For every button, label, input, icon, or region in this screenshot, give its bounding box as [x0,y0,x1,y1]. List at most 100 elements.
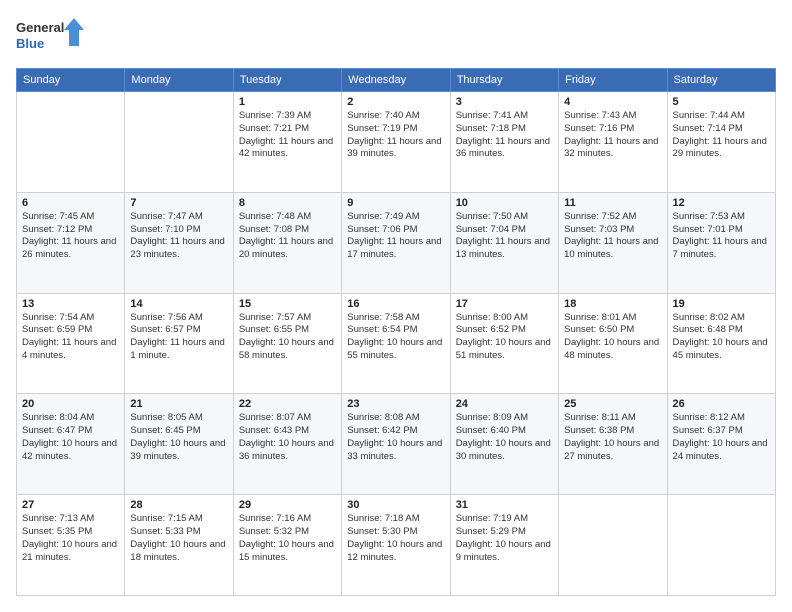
day-number: 17 [456,298,553,310]
day-number: 3 [456,96,553,108]
day-number: 16 [347,298,444,310]
day-cell: 17 Sunrise: 8:00 AM Sunset: 6:52 PM Dayli… [450,293,558,394]
day-cell: 27 Sunrise: 7:13 AM Sunset: 5:35 PM Dayli… [17,495,125,596]
day-info: Sunrise: 7:44 AM Sunset: 7:14 PM Dayligh… [673,110,770,161]
day-info: Sunrise: 8:02 AM Sunset: 6:48 PM Dayligh… [673,312,770,363]
day-cell: 29 Sunrise: 7:16 AM Sunset: 5:32 PM Dayli… [233,495,341,596]
day-cell: 5 Sunrise: 7:44 AM Sunset: 7:14 PM Daylig… [667,92,775,193]
day-cell: 23 Sunrise: 8:08 AM Sunset: 6:42 PM Dayli… [342,394,450,495]
day-number: 15 [239,298,336,310]
week-row-0: 1 Sunrise: 7:39 AM Sunset: 7:21 PM Daylig… [17,92,776,193]
weekday-header-row: SundayMondayTuesdayWednesdayThursdayFrid… [17,69,776,92]
day-cell: 1 Sunrise: 7:39 AM Sunset: 7:21 PM Daylig… [233,92,341,193]
svg-text:General: General [16,20,64,35]
day-cell: 8Sunrise: 7:48 AM Sunset: 7:08 PM Daylig… [233,192,341,293]
day-cell: 10 Sunrise: 7:50 AM Sunset: 7:04 PM Dayli… [450,192,558,293]
day-info: Sunrise: 7:43 AM Sunset: 7:16 PM Dayligh… [564,110,661,161]
day-number: 22 [239,398,336,410]
day-number: 10 [456,197,553,209]
day-number: 20 [22,398,119,410]
day-info: Sunrise: 7:47 AM Sunset: 7:10 PM Dayligh… [130,211,227,262]
day-number: 19 [673,298,770,310]
day-number: 31 [456,499,553,511]
day-cell: 24Sunrise: 8:09 AM Sunset: 6:40 PM Dayli… [450,394,558,495]
day-cell: 31 Sunrise: 7:19 AM Sunset: 5:29 PM Dayli… [450,495,558,596]
day-number: 6 [22,197,119,209]
day-cell: 3 Sunrise: 7:41 AM Sunset: 7:18 PM Daylig… [450,92,558,193]
day-info: Sunrise: 8:05 AM Sunset: 6:45 PM Dayligh… [130,412,227,463]
day-info: Sunrise: 7:56 AM Sunset: 6:57 PM Dayligh… [130,312,227,363]
day-number: 1 [239,96,336,108]
day-info: Sunrise: 7:50 AM Sunset: 7:04 PM Dayligh… [456,211,553,262]
day-number: 26 [673,398,770,410]
day-number: 29 [239,499,336,511]
day-info: Sunrise: 7:13 AM Sunset: 5:35 PM Dayligh… [22,513,119,564]
day-cell: 13Sunrise: 7:54 AM Sunset: 6:59 PM Dayli… [17,293,125,394]
day-cell [559,495,667,596]
day-number: 28 [130,499,227,511]
weekday-thursday: Thursday [450,69,558,92]
day-info: Sunrise: 8:12 AM Sunset: 6:37 PM Dayligh… [673,412,770,463]
weekday-monday: Monday [125,69,233,92]
day-cell: 20Sunrise: 8:04 AM Sunset: 6:47 PM Dayli… [17,394,125,495]
weekday-saturday: Saturday [667,69,775,92]
day-info: Sunrise: 7:52 AM Sunset: 7:03 PM Dayligh… [564,211,661,262]
day-info: Sunrise: 7:54 AM Sunset: 6:59 PM Dayligh… [22,312,119,363]
day-info: Sunrise: 7:39 AM Sunset: 7:21 PM Dayligh… [239,110,336,161]
day-info: Sunrise: 7:40 AM Sunset: 7:19 PM Dayligh… [347,110,444,161]
day-info: Sunrise: 8:00 AM Sunset: 6:52 PM Dayligh… [456,312,553,363]
day-info: Sunrise: 8:08 AM Sunset: 6:42 PM Dayligh… [347,412,444,463]
day-info: Sunrise: 7:41 AM Sunset: 7:18 PM Dayligh… [456,110,553,161]
day-cell: 6 Sunrise: 7:45 AM Sunset: 7:12 PM Daylig… [17,192,125,293]
day-cell: 28 Sunrise: 7:15 AM Sunset: 5:33 PM Dayli… [125,495,233,596]
day-info: Sunrise: 7:19 AM Sunset: 5:29 PM Dayligh… [456,513,553,564]
page-header: General Blue [16,16,776,58]
day-cell: 14 Sunrise: 7:56 AM Sunset: 6:57 PM Dayli… [125,293,233,394]
logo-svg: General Blue [16,16,86,58]
day-cell: 25 Sunrise: 8:11 AM Sunset: 6:38 PM Dayli… [559,394,667,495]
logo: General Blue [16,16,86,58]
day-cell: 21Sunrise: 8:05 AM Sunset: 6:45 PM Dayli… [125,394,233,495]
day-info: Sunrise: 8:01 AM Sunset: 6:50 PM Dayligh… [564,312,661,363]
day-number: 14 [130,298,227,310]
day-number: 25 [564,398,661,410]
calendar-table: SundayMondayTuesdayWednesdayThursdayFrid… [16,68,776,596]
day-cell: 18 Sunrise: 8:01 AM Sunset: 6:50 PM Dayli… [559,293,667,394]
day-number: 24 [456,398,553,410]
day-number: 27 [22,499,119,511]
day-number: 4 [564,96,661,108]
day-cell: 19 Sunrise: 8:02 AM Sunset: 6:48 PM Dayli… [667,293,775,394]
day-number: 9 [347,197,444,209]
day-number: 8 [239,197,336,209]
day-info: Sunrise: 7:18 AM Sunset: 5:30 PM Dayligh… [347,513,444,564]
day-info: Sunrise: 7:15 AM Sunset: 5:33 PM Dayligh… [130,513,227,564]
weekday-wednesday: Wednesday [342,69,450,92]
day-cell: 26 Sunrise: 8:12 AM Sunset: 6:37 PM Dayli… [667,394,775,495]
day-info: Sunrise: 7:57 AM Sunset: 6:55 PM Dayligh… [239,312,336,363]
week-row-3: 20Sunrise: 8:04 AM Sunset: 6:47 PM Dayli… [17,394,776,495]
day-info: Sunrise: 7:53 AM Sunset: 7:01 PM Dayligh… [673,211,770,262]
day-info: Sunrise: 7:58 AM Sunset: 6:54 PM Dayligh… [347,312,444,363]
week-row-1: 6 Sunrise: 7:45 AM Sunset: 7:12 PM Daylig… [17,192,776,293]
day-cell [17,92,125,193]
weekday-friday: Friday [559,69,667,92]
day-number: 2 [347,96,444,108]
week-row-4: 27 Sunrise: 7:13 AM Sunset: 5:35 PM Dayli… [17,495,776,596]
day-number: 7 [130,197,227,209]
svg-text:Blue: Blue [16,36,44,51]
day-info: Sunrise: 8:11 AM Sunset: 6:38 PM Dayligh… [564,412,661,463]
day-cell: 16 Sunrise: 7:58 AM Sunset: 6:54 PM Dayli… [342,293,450,394]
day-info: Sunrise: 7:16 AM Sunset: 5:32 PM Dayligh… [239,513,336,564]
day-number: 5 [673,96,770,108]
day-info: Sunrise: 7:45 AM Sunset: 7:12 PM Dayligh… [22,211,119,262]
day-number: 23 [347,398,444,410]
day-cell: 12Sunrise: 7:53 AM Sunset: 7:01 PM Dayli… [667,192,775,293]
day-number: 11 [564,197,661,209]
day-cell: 22Sunrise: 8:07 AM Sunset: 6:43 PM Dayli… [233,394,341,495]
week-row-2: 13Sunrise: 7:54 AM Sunset: 6:59 PM Dayli… [17,293,776,394]
day-number: 18 [564,298,661,310]
day-cell: 30Sunrise: 7:18 AM Sunset: 5:30 PM Dayli… [342,495,450,596]
day-info: Sunrise: 7:49 AM Sunset: 7:06 PM Dayligh… [347,211,444,262]
day-cell: 9 Sunrise: 7:49 AM Sunset: 7:06 PM Daylig… [342,192,450,293]
weekday-tuesday: Tuesday [233,69,341,92]
